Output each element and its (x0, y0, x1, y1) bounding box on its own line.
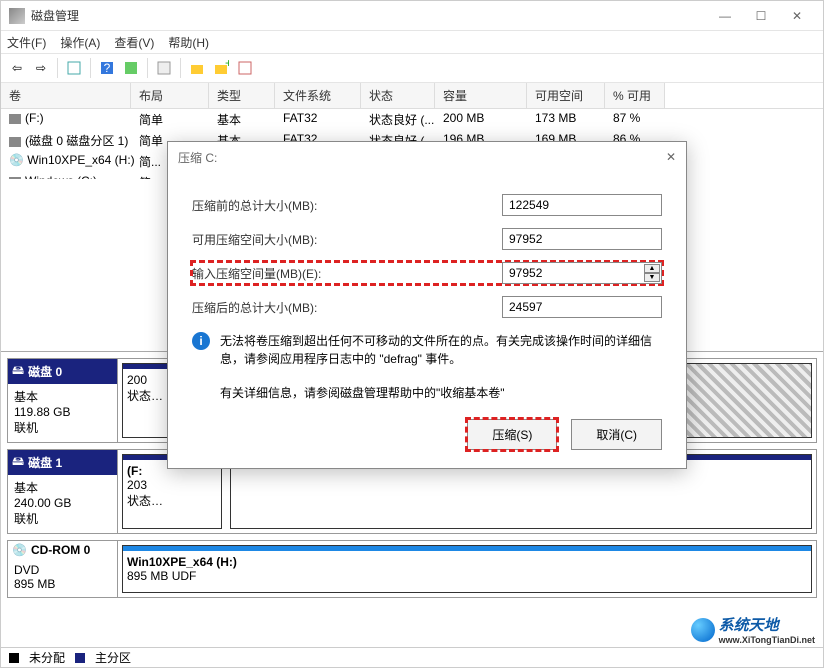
legend-label-primary: 主分区 (95, 649, 131, 666)
disk-row: 💿CD-ROM 0 DVD 895 MB Win10XPE_x64 (H:)89… (7, 540, 817, 598)
col-layout[interactable]: 布局 (131, 83, 209, 108)
value-total-before: 122549 (502, 194, 662, 216)
disk-icon: 🖴 (12, 452, 24, 473)
list-view-icon[interactable] (64, 58, 84, 78)
properties-icon[interactable] (154, 58, 174, 78)
settings-icon[interactable] (235, 58, 255, 78)
app-icon (9, 8, 25, 24)
label-total-after: 压缩后的总计大小(MB): (192, 299, 502, 316)
refresh-icon[interactable] (121, 58, 141, 78)
menu-bar: 文件(F) 操作(A) 查看(V) 帮助(H) (1, 31, 823, 53)
value-available: 97952 (502, 228, 662, 250)
legend-swatch-unallocated (9, 653, 19, 663)
input-shrink-amount[interactable]: 97952 ▲▼ (502, 262, 662, 284)
cancel-button[interactable]: 取消(C) (571, 419, 662, 450)
menu-view[interactable]: 查看(V) (114, 34, 154, 51)
close-button[interactable]: ✕ (779, 2, 815, 30)
disc-icon: 💿 (9, 153, 24, 167)
legend-swatch-primary (75, 653, 85, 663)
value-total-after: 24597 (502, 296, 662, 318)
svg-text:+: + (225, 60, 229, 70)
label-available: 可用压缩空间大小(MB): (192, 231, 502, 248)
volume-icon (9, 114, 21, 124)
col-percent[interactable]: % 可用 (605, 83, 665, 108)
col-status[interactable]: 状态 (361, 83, 435, 108)
forward-icon[interactable]: ⇨ (31, 58, 51, 78)
window-title: 磁盘管理 (31, 7, 707, 24)
info-icon: i (192, 332, 210, 350)
toolbar: ⇦ ⇨ ? + (1, 53, 823, 83)
spin-up-icon[interactable]: ▲ (644, 264, 660, 273)
col-free[interactable]: 可用空间 (527, 83, 605, 108)
disk-icon: 🖴 (12, 361, 24, 382)
col-type[interactable]: 类型 (209, 83, 275, 108)
menu-action[interactable]: 操作(A) (60, 34, 100, 51)
globe-icon (691, 618, 715, 642)
title-bar: 磁盘管理 — ☐ ✕ (1, 1, 823, 31)
dialog-title: 压缩 C: (178, 149, 217, 166)
col-filesystem[interactable]: 文件系统 (275, 83, 361, 108)
info-text-2: 有关详细信息，请参阅磁盘管理帮助中的"收缩基本卷" (220, 384, 662, 401)
menu-help[interactable]: 帮助(H) (168, 34, 209, 51)
shrink-dialog: 压缩 C: ✕ 压缩前的总计大小(MB): 122549 可用压缩空间大小(MB… (167, 141, 687, 469)
dialog-title-bar: 压缩 C: ✕ (168, 142, 686, 172)
add-icon[interactable]: + (211, 58, 231, 78)
disk-name: CD-ROM 0 (31, 543, 90, 557)
info-text-1: 无法将卷压缩到超出任何不可移动的文件所在的点。有关完成该操作时间的详细信息，请参… (220, 332, 662, 368)
back-icon[interactable]: ⇦ (7, 58, 27, 78)
shrink-button[interactable]: 压缩(S) (467, 419, 557, 450)
disk-name: 磁盘 0 (28, 363, 62, 380)
label-shrink-amount: 输入压缩空间量(MB)(E): (192, 265, 502, 282)
svg-text:?: ? (104, 61, 111, 75)
legend-label-unallocated: 未分配 (29, 649, 65, 666)
volume-icon (9, 137, 21, 147)
col-volume[interactable]: 卷 (1, 83, 131, 108)
label-total-before: 压缩前的总计大小(MB): (192, 197, 502, 214)
spin-down-icon[interactable]: ▼ (644, 273, 660, 282)
partition[interactable]: Win10XPE_x64 (H:)895 MB UDF (122, 545, 812, 593)
maximize-button[interactable]: ☐ (743, 2, 779, 30)
watermark: 系统天地 www.XiTongTianDi.net (691, 614, 815, 645)
open-icon[interactable] (187, 58, 207, 78)
volume-table-header: 卷 布局 类型 文件系统 状态 容量 可用空间 % 可用 (1, 83, 823, 109)
legend: 未分配 主分区 (1, 647, 823, 667)
dialog-close-icon[interactable]: ✕ (666, 150, 676, 164)
menu-file[interactable]: 文件(F) (7, 34, 46, 51)
volume-icon (9, 177, 21, 179)
help-icon[interactable]: ? (97, 58, 117, 78)
table-row[interactable]: (F:)简单基本FAT32状态良好 (...200 MB173 MB87 % (1, 109, 823, 130)
col-capacity[interactable]: 容量 (435, 83, 527, 108)
disc-icon: 💿 (12, 543, 27, 557)
minimize-button[interactable]: — (707, 2, 743, 30)
disk-name: 磁盘 1 (28, 454, 62, 471)
